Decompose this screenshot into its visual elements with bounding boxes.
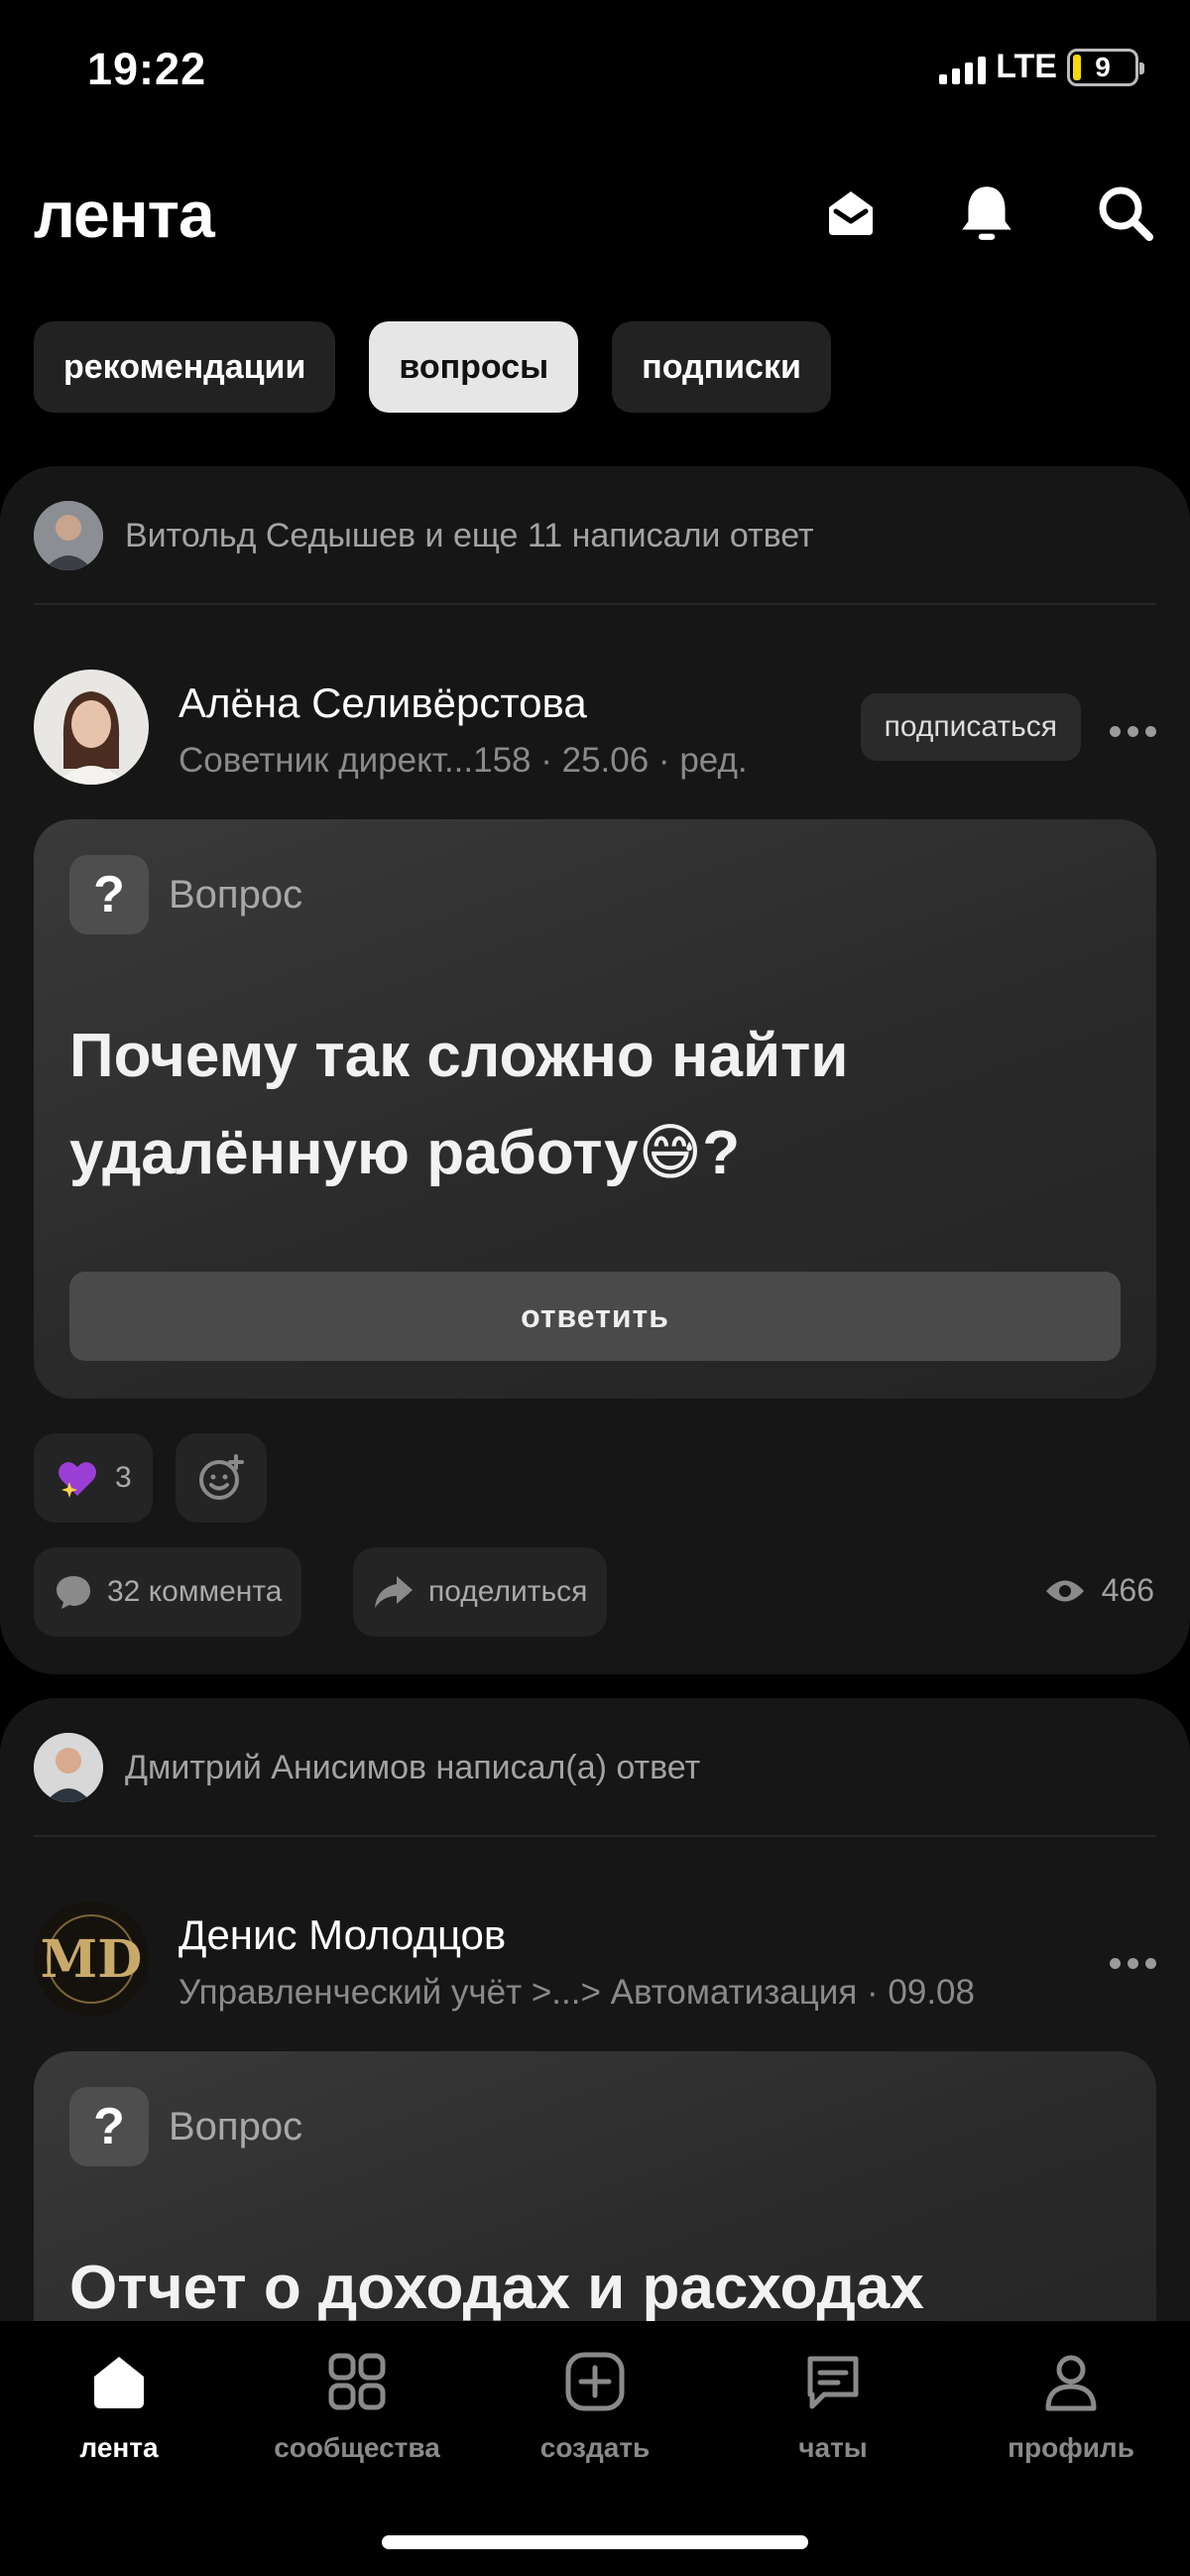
chip-subscriptions[interactable]: подписки — [612, 321, 831, 413]
tab-label: лента — [79, 2432, 159, 2463]
inbox-icon[interactable] — [816, 179, 886, 248]
post-activity[interactable]: Витольд Седышев и еще 11 написали ответ — [34, 501, 814, 570]
bell-icon[interactable] — [952, 179, 1021, 248]
grid-icon — [328, 2353, 386, 2410]
author-meta: Советник директ...158 · 25.06 · ред. — [178, 741, 748, 780]
question-label: ? Вопрос — [69, 855, 302, 934]
page-title: лента — [34, 178, 215, 251]
avatar — [34, 501, 103, 570]
status-indicators: LTE 9 — [939, 48, 1144, 86]
activity-text: Витольд Седышев и еще 11 написали ответ — [125, 516, 814, 554]
tab-chats[interactable]: чаты — [724, 2351, 942, 2464]
more-icon[interactable] — [1110, 726, 1156, 737]
tab-label: создать — [539, 2432, 651, 2463]
views-count: 466 — [1101, 1572, 1154, 1608]
question-label-text: Вопрос — [169, 872, 303, 917]
question-icon: ? — [69, 855, 149, 934]
question-title: Почему так сложно найти удалённую работу… — [69, 1022, 849, 1187]
reaction-pill[interactable]: 3 — [34, 1433, 153, 1523]
add-reaction-button[interactable] — [176, 1433, 267, 1523]
battery-level: 9 — [1095, 51, 1111, 82]
post-card: Витольд Седышев и еще 11 написали ответ … — [0, 466, 1190, 1674]
svg-text:MD: MD — [41, 1929, 143, 1990]
home-icon — [94, 2357, 144, 2408]
post-card: Дмитрий Анисимов написал(а) ответ MD Ден… — [0, 1698, 1190, 2448]
question-icon: ? — [69, 2087, 149, 2166]
add-emoji-icon — [199, 1454, 244, 1500]
tab-profile[interactable]: профиль — [962, 2351, 1180, 2464]
question-label-text: Вопрос — [169, 2104, 303, 2148]
tab-label: профиль — [1008, 2432, 1134, 2463]
status-time: 19:22 — [87, 44, 207, 94]
tab-create[interactable]: создать — [486, 2351, 704, 2464]
question-block[interactable]: ? Вопрос Почему так сложно найти удалённ… — [34, 819, 1156, 1399]
network-type: LTE — [996, 48, 1057, 85]
signal-icon — [939, 51, 987, 84]
chat-icon — [807, 2356, 859, 2409]
share-icon — [375, 1576, 413, 1608]
comment-icon — [57, 1576, 90, 1609]
battery-icon: 9 — [1067, 48, 1144, 86]
feed-filter-tabs: рекомендации вопросы подписки — [34, 321, 831, 413]
status-bar: 19:22 LTE 9 — [0, 0, 1190, 139]
plus-square-icon — [565, 2352, 625, 2411]
tab-label: сообщества — [274, 2432, 440, 2463]
chip-recommendations[interactable]: рекомендации — [34, 321, 336, 413]
tab-label: чаты — [798, 2432, 868, 2463]
author-name: Алёна Селивёрстова — [178, 679, 587, 726]
divider — [34, 603, 1156, 605]
app-header: лента — [0, 167, 1190, 256]
answer-button[interactable]: ответить — [69, 1272, 1121, 1361]
subscribe-button[interactable]: подписаться — [860, 693, 1081, 761]
activity-text: Дмитрий Анисимов написал(а) ответ — [125, 1748, 701, 1786]
author-meta: Управленческий учёт >...> Автоматизация … — [178, 1973, 975, 2012]
eye-icon — [1045, 1580, 1084, 1601]
tab-feed[interactable]: лента — [10, 2351, 228, 2464]
views-counter: 466 — [1044, 1572, 1154, 1609]
post-author[interactable]: Алёна Селивёрстова Советник директ...158… — [34, 670, 748, 785]
question-label: ? Вопрос — [69, 2087, 302, 2166]
search-icon[interactable] — [1091, 179, 1160, 248]
post-author[interactable]: MD Денис Молодцов Управленческий учёт >.… — [34, 1901, 975, 2017]
post-activity[interactable]: Дмитрий Анисимов написал(а) ответ — [34, 1733, 700, 1802]
comments-button[interactable]: 32 коммента — [34, 1547, 302, 1637]
user-icon — [1045, 2355, 1097, 2411]
share-label: поделиться — [428, 1575, 588, 1608]
avatar — [34, 670, 149, 785]
chip-questions[interactable]: вопросы — [369, 321, 579, 413]
home-indicator[interactable] — [382, 2535, 808, 2549]
reaction-count: 3 — [115, 1461, 132, 1494]
comments-count: 32 коммента — [107, 1575, 283, 1608]
divider — [34, 1835, 1156, 1837]
avatar — [34, 1733, 103, 1802]
share-button[interactable]: поделиться — [353, 1547, 608, 1637]
more-icon[interactable] — [1110, 1958, 1156, 1969]
heart-icon — [59, 1461, 96, 1498]
avatar: MD — [34, 1901, 149, 2017]
tab-communities[interactable]: сообщества — [248, 2351, 466, 2464]
author-name: Денис Молодцов — [178, 1911, 507, 1958]
